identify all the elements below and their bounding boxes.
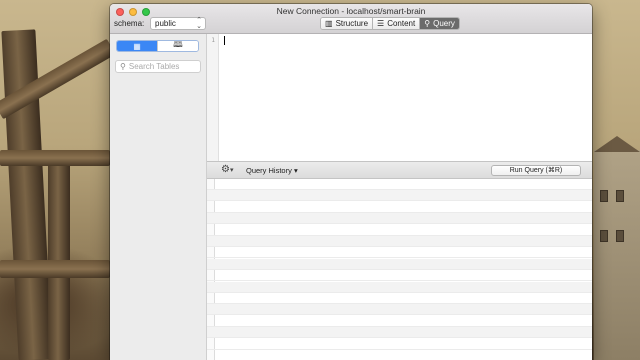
query-history-label: Query History bbox=[246, 166, 292, 175]
window-title: New Connection - localhost/smart-brain bbox=[276, 6, 426, 16]
chevron-down-icon: ▾ bbox=[293, 166, 298, 175]
chevron-down-icon: ▾ bbox=[229, 167, 234, 174]
table-row[interactable] bbox=[207, 339, 592, 350]
title-bar[interactable]: New Connection - localhost/smart-brain s… bbox=[110, 4, 592, 34]
building-window bbox=[616, 190, 624, 202]
schema-select[interactable]: public ⌃ ⌄ bbox=[150, 17, 206, 30]
schema-select-value: public bbox=[155, 19, 176, 28]
tab-query[interactable]: ⚲ Query bbox=[420, 18, 459, 29]
table-grid-icon: ▦ bbox=[133, 41, 141, 51]
view-tabs: ▥ Structure ☰ Content ⚲ Query bbox=[320, 17, 460, 30]
editor-text[interactable] bbox=[223, 36, 225, 45]
table-row[interactable] bbox=[207, 247, 592, 259]
app-window: New Connection - localhost/smart-brain s… bbox=[110, 4, 592, 360]
book-icon: 🕮 bbox=[173, 40, 183, 49]
tab-content-label: Content bbox=[387, 19, 416, 28]
query-editor[interactable]: 1 bbox=[207, 34, 592, 161]
results-grid[interactable] bbox=[207, 179, 592, 360]
search-tables-input[interactable] bbox=[128, 62, 199, 71]
table-row[interactable] bbox=[207, 202, 592, 213]
line-number: 1 bbox=[211, 37, 215, 44]
table-row[interactable] bbox=[207, 281, 592, 293]
table-row[interactable] bbox=[207, 304, 592, 316]
building bbox=[594, 136, 640, 360]
updown-chevron-icon: ⌃ ⌄ bbox=[196, 17, 202, 30]
text-caret bbox=[224, 36, 225, 45]
table-row[interactable] bbox=[207, 225, 592, 236]
search-tables-field[interactable]: ⚲ bbox=[115, 60, 201, 73]
fence-rail bbox=[0, 150, 110, 166]
fence-post bbox=[48, 150, 70, 360]
schema-label: schema: bbox=[114, 19, 145, 28]
table-row[interactable] bbox=[207, 316, 592, 327]
tab-content[interactable]: ☰ Content bbox=[373, 18, 421, 29]
table-row[interactable] bbox=[207, 270, 592, 282]
gear-menu-button[interactable]: ⚙▾ bbox=[221, 164, 233, 177]
gear-icon: ⚙ bbox=[221, 164, 230, 175]
tab-structure-label: Structure bbox=[335, 19, 369, 28]
table-row[interactable] bbox=[207, 179, 592, 190]
building-roof bbox=[594, 136, 640, 152]
query-history-button[interactable]: Query History ▾ bbox=[246, 166, 298, 175]
table-row[interactable] bbox=[207, 213, 592, 225]
table-row[interactable] bbox=[207, 236, 592, 247]
table-row[interactable] bbox=[207, 190, 592, 202]
building-window bbox=[616, 230, 624, 242]
table-row[interactable] bbox=[207, 293, 592, 304]
search-icon: ⚲ bbox=[120, 62, 126, 71]
table-list-toggle[interactable]: ▦ bbox=[117, 41, 157, 51]
building-window bbox=[600, 190, 608, 202]
building-window bbox=[600, 230, 608, 242]
structure-icon: ▥ bbox=[325, 18, 333, 28]
fence-rail bbox=[0, 260, 110, 278]
tab-structure[interactable]: ▥ Structure bbox=[321, 18, 374, 29]
content-icon: ☰ bbox=[377, 18, 385, 28]
sidebar-view-toggle: ▦ 🕮 bbox=[116, 40, 199, 52]
tab-query-label: Query bbox=[433, 19, 455, 28]
run-query-button[interactable]: Run Query (⌘R) bbox=[491, 165, 581, 176]
sidebar: ▦ 🕮 ⚲ bbox=[110, 34, 207, 360]
table-row[interactable] bbox=[207, 327, 592, 339]
saved-queries-toggle[interactable]: 🕮 bbox=[157, 41, 198, 51]
magnifier-icon: ⚲ bbox=[424, 18, 431, 28]
line-gutter: 1 bbox=[207, 34, 219, 161]
query-toolbar: ⚙▾ Query History ▾ Run Query (⌘R) bbox=[207, 161, 592, 179]
table-row[interactable] bbox=[207, 258, 592, 270]
